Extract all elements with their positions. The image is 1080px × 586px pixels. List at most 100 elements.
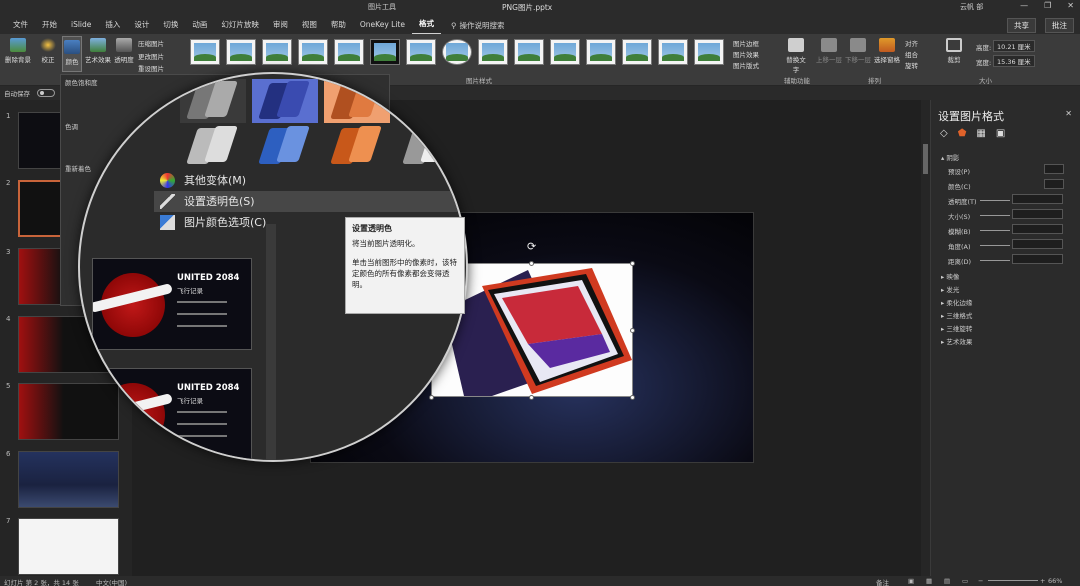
picture-style-6[interactable] <box>370 39 400 65</box>
more-variations-item[interactable]: 其他变体(M) <box>154 170 464 191</box>
tab-review[interactable]: 审阅 <box>266 16 295 34</box>
shadow-preset-dropdown[interactable] <box>1044 164 1064 174</box>
reset-picture-button[interactable]: 重设图片 <box>138 63 164 73</box>
autosave-toggle[interactable] <box>37 89 55 97</box>
saturation-variant[interactable] <box>252 79 318 123</box>
picture-border-button[interactable]: 图片边框 <box>733 38 759 48</box>
picture-style-13[interactable] <box>622 39 652 65</box>
compress-pictures-button[interactable]: 压缩图片 <box>138 38 164 48</box>
resize-handle-top[interactable] <box>529 261 534 266</box>
resize-handle-bottom[interactable] <box>529 395 534 400</box>
tab-help[interactable]: 帮助 <box>324 16 353 34</box>
color-button[interactable]: 颜色 <box>62 36 82 72</box>
rotate-button[interactable]: 旋转 <box>905 60 918 70</box>
shadow-angle-slider[interactable] <box>980 245 1010 246</box>
artistic-effects-button[interactable]: 艺术效果 <box>84 38 112 64</box>
3d-format-section[interactable]: ▸ 三维格式 <box>941 310 972 320</box>
change-picture-button[interactable]: 更改图片 <box>138 51 164 61</box>
shadow-color-dropdown[interactable] <box>1044 179 1064 189</box>
canvas-scrollbar[interactable] <box>921 100 930 576</box>
reading-view-icon[interactable]: ▤ <box>944 577 950 585</box>
recolor-variant-orange[interactable] <box>324 124 390 168</box>
soft-edges-section[interactable]: ▸ 柔化边缘 <box>941 297 972 307</box>
shadow-size-slider[interactable] <box>980 215 1010 216</box>
picture-icon[interactable]: ▣ <box>996 128 1005 139</box>
picture-style-11[interactable] <box>550 39 580 65</box>
picture-style-15[interactable] <box>694 39 724 65</box>
remove-background-button[interactable]: 删除背景 <box>4 38 32 64</box>
fill-line-icon[interactable]: ◇ <box>940 128 948 139</box>
language-indicator[interactable]: 中文(中国) <box>96 577 127 586</box>
shadow-size-field[interactable] <box>1012 209 1063 219</box>
picture-style-12[interactable] <box>586 39 616 65</box>
shadow-angle-field[interactable] <box>1012 239 1063 249</box>
user-name[interactable]: 云帆 部 <box>960 2 983 12</box>
zoom-out-icon[interactable]: − <box>978 577 983 585</box>
recolor-variant-light[interactable] <box>396 124 462 168</box>
shadow-blur-field[interactable] <box>1012 224 1063 234</box>
search-icon[interactable]: ⚲ <box>451 21 457 30</box>
picture-style-2[interactable] <box>226 39 256 65</box>
reflection-section[interactable]: ▸ 映像 <box>941 271 959 281</box>
tab-islide[interactable]: iSlide <box>64 16 98 34</box>
shadow-section-header[interactable]: ▴ 阴影 <box>941 152 959 162</box>
group-button[interactable]: 组合 <box>905 49 918 59</box>
corrections-button[interactable]: 校正 <box>36 38 60 64</box>
share-button[interactable]: 共享 <box>1007 18 1036 33</box>
notes-button[interactable]: 备注 <box>876 577 889 586</box>
close-window-button[interactable]: ✕ <box>1067 1 1074 10</box>
normal-view-icon[interactable]: ▣ <box>908 577 914 585</box>
zoom-slider[interactable] <box>988 580 1038 581</box>
resize-handle-tr[interactable] <box>630 261 635 266</box>
tell-me-search[interactable]: 操作说明搜索 <box>459 20 504 31</box>
resize-handle-br[interactable] <box>630 395 635 400</box>
crop-button[interactable]: 裁剪 <box>944 38 964 64</box>
tab-onekey[interactable]: OneKey Lite <box>353 16 412 34</box>
transparency-button[interactable]: 透明度 <box>114 38 134 64</box>
picture-style-1[interactable] <box>190 39 220 65</box>
artistic-effects-section[interactable]: ▸ 艺术效果 <box>941 336 972 346</box>
size-properties-icon[interactable]: ▦ <box>976 128 985 139</box>
picture-style-10[interactable] <box>514 39 544 65</box>
zoom-in-icon[interactable]: + <box>1040 577 1045 585</box>
picture-style-8[interactable] <box>442 39 472 65</box>
glow-section[interactable]: ▸ 发光 <box>941 284 959 294</box>
tab-design[interactable]: 设计 <box>127 16 156 34</box>
shadow-transparency-slider[interactable] <box>980 200 1010 201</box>
align-button[interactable]: 对齐 <box>905 38 918 48</box>
set-transparent-color-item[interactable]: 设置透明色(S) <box>154 191 464 212</box>
tab-file[interactable]: 文件 <box>6 16 35 34</box>
tab-view[interactable]: 视图 <box>295 16 324 34</box>
recolor-variant-gray[interactable] <box>180 124 246 168</box>
bring-forward-button[interactable]: 上移一层 <box>816 38 842 64</box>
tab-insert[interactable]: 插入 <box>98 16 127 34</box>
rotate-handle-icon[interactable]: ⟳ <box>527 240 536 253</box>
shadow-distance-field[interactable] <box>1012 254 1063 264</box>
tab-format[interactable]: 格式 <box>411 15 441 35</box>
slideshow-icon[interactable]: ▭ <box>962 577 968 585</box>
slide-thumbnail-7[interactable] <box>18 518 119 575</box>
tab-home[interactable]: 开始 <box>35 16 64 34</box>
tab-transitions[interactable]: 切换 <box>156 16 185 34</box>
alt-text-button[interactable]: 替换文字 <box>784 38 808 74</box>
resize-handle-bl[interactable] <box>429 395 434 400</box>
resize-handle-right[interactable] <box>630 328 635 333</box>
selection-pane-button[interactable]: 选择窗格 <box>873 38 901 64</box>
zoom-level[interactable]: 66% <box>1048 577 1062 585</box>
picture-layout-button[interactable]: 图片版式 <box>733 60 759 70</box>
picture-style-7[interactable] <box>406 39 436 65</box>
width-field[interactable]: 15.36 厘米 <box>993 55 1035 67</box>
picture-style-5[interactable] <box>334 39 364 65</box>
picture-style-4[interactable] <box>298 39 328 65</box>
shadow-transparency-field[interactable] <box>1012 194 1063 204</box>
picture-style-3[interactable] <box>262 39 292 65</box>
shadow-blur-slider[interactable] <box>980 230 1010 231</box>
send-backward-button[interactable]: 下移一层 <box>845 38 871 64</box>
tab-slideshow[interactable]: 幻灯片放映 <box>214 16 266 34</box>
minimize-button[interactable]: — <box>1020 1 1028 10</box>
saturation-variant[interactable] <box>180 79 246 123</box>
slide-sorter-icon[interactable]: ▦ <box>926 577 932 585</box>
height-field[interactable]: 10.21 厘米 <box>993 40 1035 52</box>
picture-style-9[interactable] <box>478 39 508 65</box>
recolor-variant-blue[interactable] <box>252 124 318 168</box>
